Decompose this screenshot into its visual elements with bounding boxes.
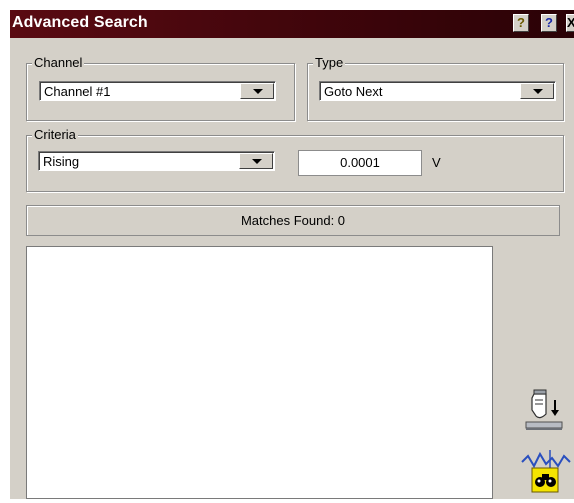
criteria-edge-select[interactable]: Rising [38, 151, 275, 171]
threshold-unit: V [432, 155, 441, 170]
chevron-down-icon [252, 159, 262, 164]
channel-group-label: Channel [32, 55, 85, 70]
criteria-dropdown-button[interactable] [239, 153, 273, 169]
title-bar[interactable]: Advanced Search ? ? X [10, 10, 574, 38]
close-icon: X [567, 15, 574, 30]
close-button[interactable]: X [566, 14, 574, 32]
hand-pointer-export-icon[interactable] [522, 388, 568, 434]
chevron-down-icon [533, 89, 543, 94]
type-group-label: Type [313, 55, 346, 70]
hint-button[interactable]: ? [513, 14, 529, 32]
help-button[interactable]: ? [541, 14, 557, 32]
channel-group: Channel Channel #1 [26, 55, 295, 121]
type-dropdown-button[interactable] [520, 83, 554, 99]
hint-icon: ? [517, 15, 525, 30]
criteria-edge-value: Rising [43, 154, 80, 169]
binoculars-waveform-search-icon[interactable] [520, 446, 574, 498]
channel-select-value: Channel #1 [44, 84, 111, 99]
criteria-group-label: Criteria [32, 127, 78, 142]
chevron-down-icon [253, 89, 263, 94]
type-group: Type Goto Next [307, 55, 564, 121]
channel-dropdown-button[interactable] [240, 83, 274, 99]
results-list[interactable] [26, 246, 493, 499]
help-icon: ? [545, 15, 553, 30]
advanced-search-window: Advanced Search ? ? X Channel Channel #1… [10, 10, 574, 499]
type-select[interactable]: Goto Next [319, 81, 556, 101]
matches-found-status: Matches Found: 0 [26, 205, 560, 236]
type-select-value: Goto Next [324, 84, 383, 99]
window-title: Advanced Search [12, 14, 148, 31]
threshold-input[interactable]: 0.0001 [298, 150, 422, 176]
channel-select[interactable]: Channel #1 [39, 81, 276, 101]
